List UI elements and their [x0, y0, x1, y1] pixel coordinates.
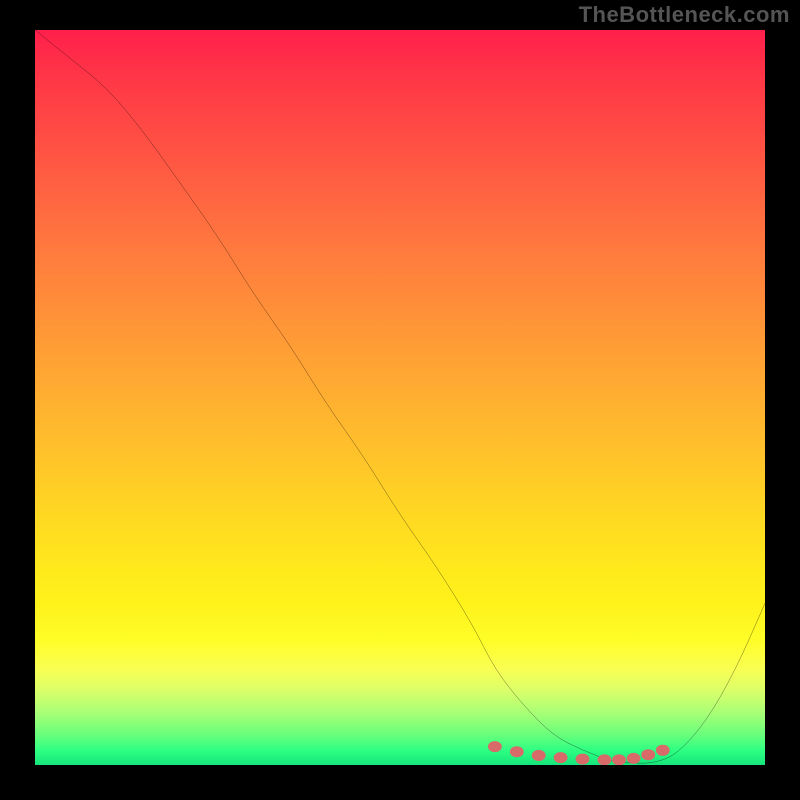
plot-area	[35, 30, 765, 765]
curve-marker	[627, 753, 641, 764]
curve-marker	[656, 745, 670, 756]
curve-marker	[612, 754, 626, 765]
curve-markers	[488, 741, 670, 765]
curve-marker	[510, 746, 524, 757]
curve-line	[35, 30, 765, 763]
curve-marker	[488, 741, 502, 752]
curve-marker	[641, 749, 655, 760]
chart-frame: TheBottleneck.com	[0, 0, 800, 800]
watermark-label: TheBottleneck.com	[579, 2, 790, 28]
curve-marker	[532, 750, 546, 761]
curve-marker	[576, 754, 590, 765]
bottleneck-curve	[35, 30, 765, 765]
curve-marker	[554, 752, 568, 763]
curve-marker	[597, 754, 611, 765]
